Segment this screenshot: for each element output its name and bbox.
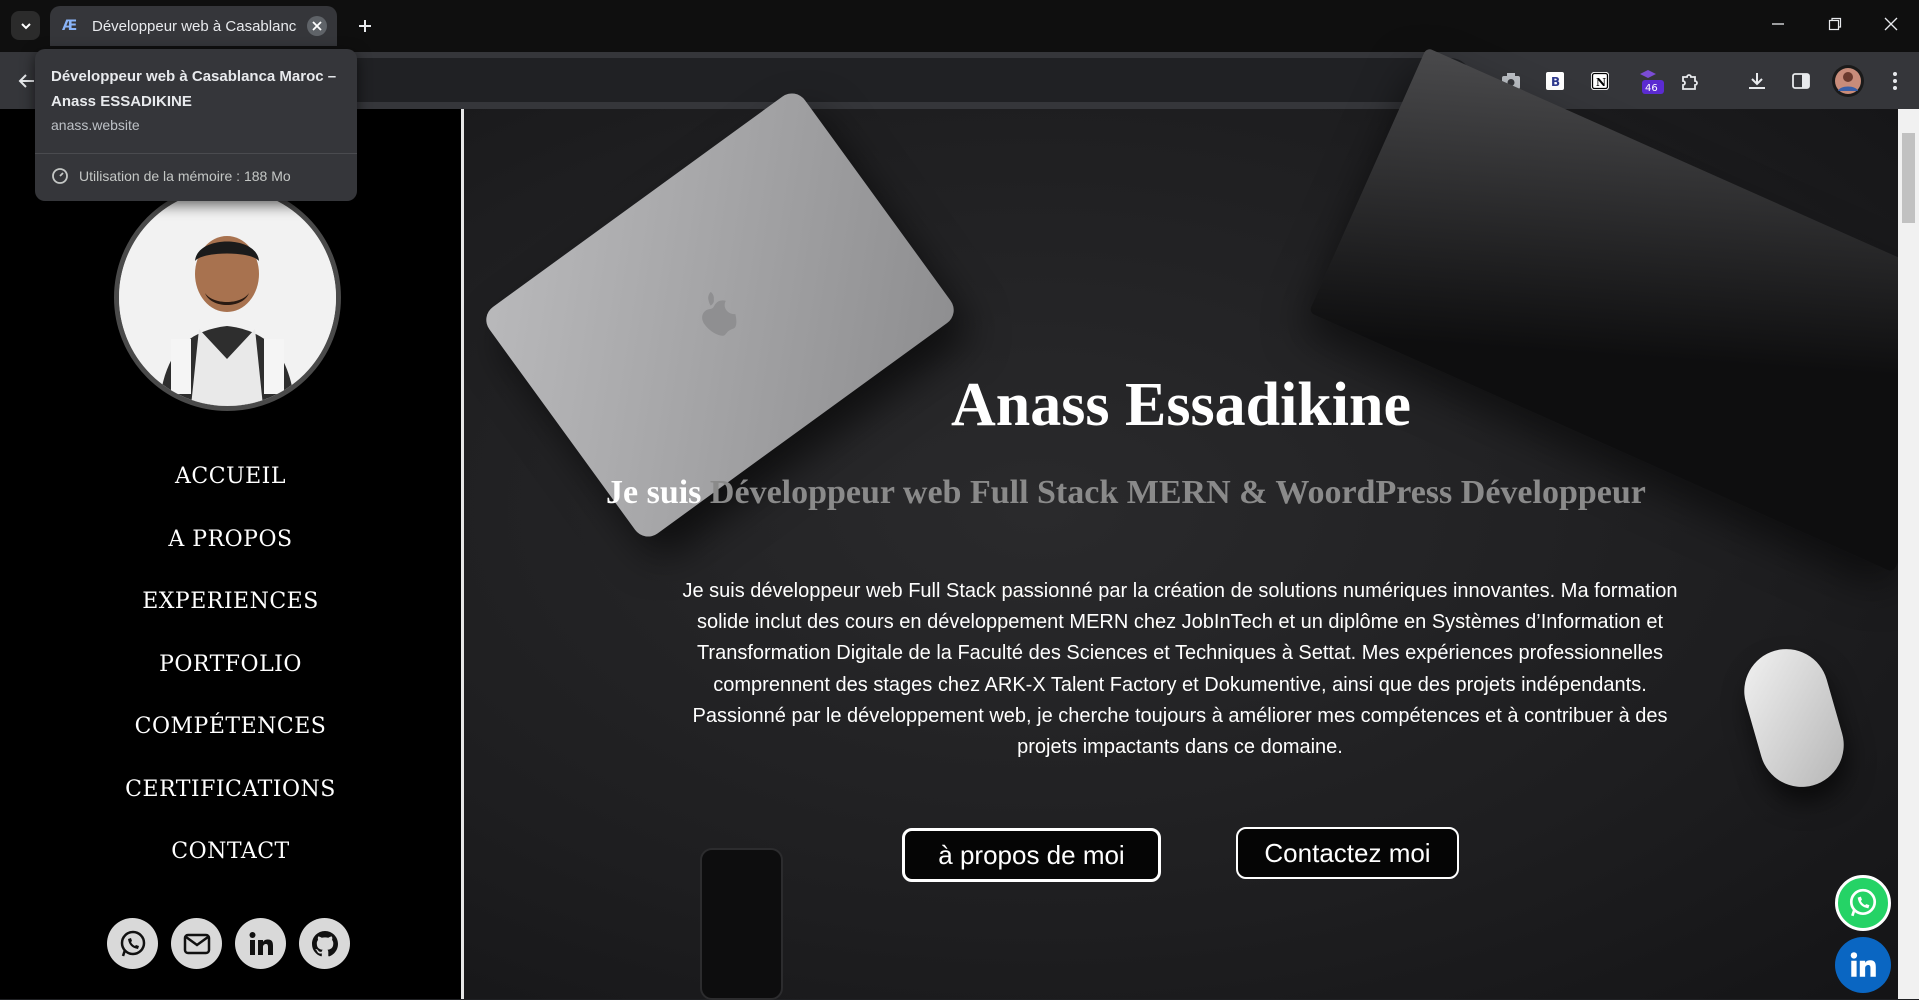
- tab-title: Développeur web à Casablanca Maroc – Ana…: [92, 17, 297, 35]
- minimize-button[interactable]: [1749, 0, 1806, 48]
- favicon-icon: Æ: [62, 18, 78, 34]
- linkedin-icon: [249, 931, 273, 955]
- downloads-button[interactable]: [1742, 66, 1772, 96]
- memory-usage-text: Utilisation de la mémoire : 188 Mo: [79, 168, 291, 184]
- nav-competences[interactable]: COMPÉTENCES: [0, 696, 461, 759]
- hover-card-title: Développeur web à Casablanca Maroc – Ana…: [51, 68, 337, 110]
- scrollbar-thumb[interactable]: [1902, 133, 1915, 223]
- profile-avatar: [1832, 65, 1864, 97]
- nav-a-propos[interactable]: A PROPOS: [0, 509, 461, 572]
- social-links: [107, 918, 350, 969]
- tab-close-button[interactable]: [307, 16, 327, 36]
- svg-text:46: 46: [1645, 83, 1658, 94]
- profile-button[interactable]: [1830, 63, 1866, 99]
- whatsapp-float-button[interactable]: [1835, 875, 1891, 931]
- close-icon: [312, 21, 322, 31]
- nav-accueil[interactable]: ACCUEIL: [0, 446, 461, 509]
- about-me-button[interactable]: à propos de moi: [902, 828, 1161, 882]
- minimize-icon: [1771, 23, 1784, 25]
- nav-experiences[interactable]: EXPERIENCES: [0, 571, 461, 634]
- new-tab-button[interactable]: [352, 13, 378, 39]
- memory-gauge-icon: [52, 168, 68, 184]
- profile-photo: [114, 184, 341, 411]
- main-nav: ACCUEIL A PROPOS EXPERIENCES PORTFOLIO C…: [0, 446, 461, 884]
- whatsapp-icon: [1849, 888, 1877, 917]
- nav-certifications[interactable]: CERTIFICATIONS: [0, 759, 461, 822]
- side-panel-button[interactable]: [1786, 66, 1816, 96]
- svg-text:B: B: [1551, 75, 1560, 89]
- phone-image: [700, 848, 783, 1000]
- badge-extension[interactable]: 46: [1634, 66, 1664, 96]
- close-icon: [1884, 17, 1897, 31]
- menu-button[interactable]: [1880, 66, 1910, 96]
- mail-icon: [183, 933, 210, 954]
- hover-card-divider: [35, 153, 357, 154]
- github-link[interactable]: [299, 918, 350, 969]
- plus-icon: [359, 20, 371, 32]
- role-typed-text: Développeur web Full Stack MERN & WoordP…: [701, 474, 1646, 511]
- apple-logo-icon: [702, 292, 737, 336]
- notion-extension[interactable]: N: [1585, 66, 1615, 96]
- tab-hover-card: Développeur web à Casablanca Maroc – Ana…: [35, 49, 357, 201]
- hover-card-url: anass.website: [51, 117, 140, 133]
- extension-badge-icon: 46: [1640, 70, 1664, 94]
- hero-bio: Je suis développeur web Full Stack passi…: [682, 580, 1678, 759]
- download-icon: [1749, 73, 1765, 89]
- nav-portfolio[interactable]: PORTFOLIO: [0, 634, 461, 697]
- restore-icon: [1828, 17, 1841, 31]
- back-arrow-icon: [18, 74, 34, 88]
- b-extension[interactable]: B: [1540, 66, 1570, 96]
- linkedin-link[interactable]: [235, 918, 286, 969]
- chevron-down-icon: [20, 22, 31, 29]
- browser-tab-bar: Æ Développeur web à Casablanca Maroc – A…: [0, 0, 1919, 52]
- hero-name: Anass Essadikine: [950, 371, 1412, 439]
- linkedin-float-button[interactable]: [1835, 937, 1891, 993]
- restore-button[interactable]: [1806, 0, 1863, 48]
- svg-text:N: N: [1596, 76, 1606, 89]
- contact-me-button[interactable]: Contactez moi: [1236, 827, 1459, 879]
- kebab-menu-icon: [1893, 72, 1897, 90]
- close-window-button[interactable]: [1862, 0, 1919, 48]
- whatsapp-link[interactable]: [107, 918, 158, 969]
- role-prefix: Je suis: [606, 474, 702, 511]
- nav-contact[interactable]: CONTACT: [0, 821, 461, 884]
- linkedin-icon: [1850, 952, 1876, 977]
- puzzle-icon: [1682, 74, 1698, 90]
- extensions-button[interactable]: [1676, 66, 1706, 96]
- hover-card-memory: Utilisation de la mémoire : 188 Mo: [51, 167, 291, 185]
- hero-role: Je suis Développeur web Full Stack MERN …: [606, 474, 1646, 512]
- whatsapp-icon: [120, 930, 145, 956]
- tab-search-button[interactable]: [11, 11, 40, 40]
- email-link[interactable]: [171, 918, 222, 969]
- notion-icon: N: [1591, 72, 1609, 90]
- page-scrollbar[interactable]: [1898, 109, 1919, 999]
- b-extension-icon: B: [1546, 72, 1564, 90]
- sidebar: ACCUEIL A PROPOS EXPERIENCES PORTFOLIO C…: [0, 109, 464, 999]
- github-icon: [311, 930, 338, 956]
- sidepanel-icon: [1792, 73, 1810, 89]
- active-tab[interactable]: Æ Développeur web à Casablanca Maroc – A…: [50, 6, 337, 46]
